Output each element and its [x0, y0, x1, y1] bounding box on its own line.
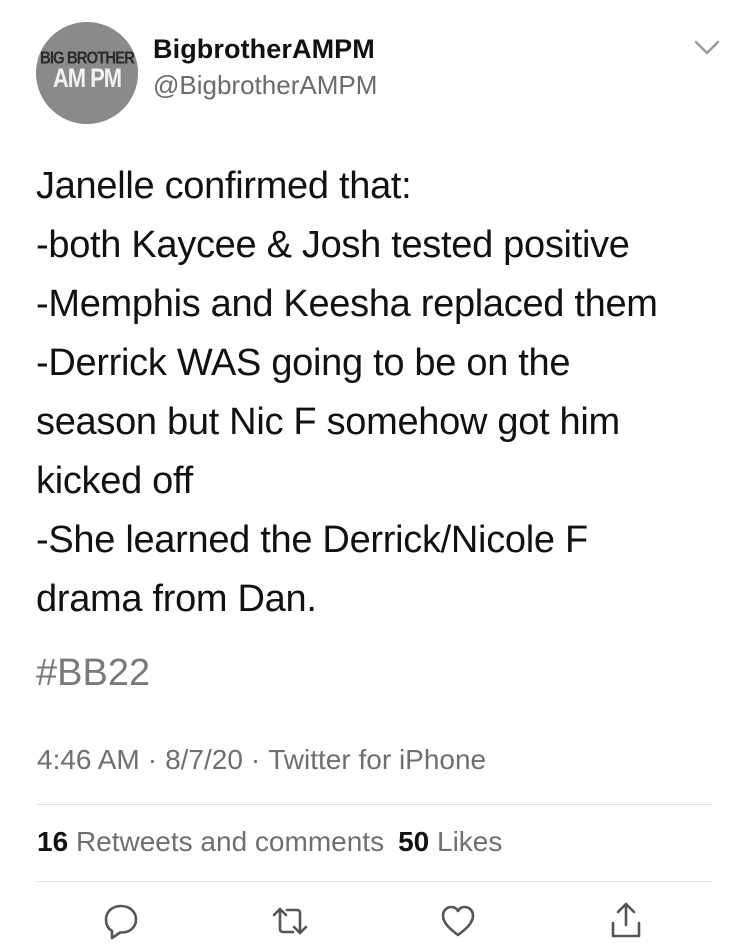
- avatar-text-bottom: AM PM: [53, 64, 121, 93]
- tweet-line: -Derrick WAS going to be on the: [36, 342, 571, 384]
- tweet-line: -both Kaycee & Josh tested positive: [36, 224, 630, 266]
- hashtag-link[interactable]: #BB22: [36, 644, 150, 703]
- divider: [37, 804, 713, 805]
- likes-count: 50: [398, 826, 430, 857]
- chevron-down-icon[interactable]: [690, 32, 724, 62]
- tweet-text: Janelle confirmed that: -both Kaycee & J…: [36, 157, 726, 629]
- tweet-source[interactable]: Twitter for iPhone: [268, 744, 486, 775]
- avatar[interactable]: BIG BROTHER AM PM: [36, 22, 138, 124]
- tweet-meta: 4:46 AM · 8/7/20 · Twitter for iPhone: [37, 744, 486, 776]
- tweet-time: 4:46 AM: [37, 744, 140, 775]
- retweets-label: Retweets and comments: [75, 826, 385, 857]
- reply-icon[interactable]: [101, 901, 141, 941]
- tweet-line: -She learned the Derrick/Nicole F: [36, 519, 588, 561]
- retweet-icon[interactable]: [270, 901, 310, 941]
- tweet-line: season but Nic F somehow got him: [36, 401, 620, 443]
- heart-icon[interactable]: [438, 901, 478, 941]
- tweet-line: kicked off: [36, 460, 193, 502]
- tweet-line: drama from Dan.: [36, 578, 317, 620]
- tweet-header: BIG BROTHER AM PM BigbrotherAMPM @Bigbro…: [0, 0, 750, 130]
- tweet-date: 8/7/20: [165, 744, 243, 775]
- user-handle[interactable]: @BigbrotherAMPM: [153, 70, 377, 101]
- likes-label: Likes: [437, 826, 503, 857]
- avatar-logo: BIG BROTHER AM PM: [36, 22, 138, 124]
- engagement-stats: 16 Retweets and comments 50 Likes: [37, 826, 502, 858]
- meta-separator: ·: [147, 744, 158, 775]
- display-name[interactable]: BigbrotherAMPM: [153, 34, 375, 65]
- likes-stat[interactable]: 50 Likes: [398, 826, 502, 857]
- meta-separator: ·: [250, 744, 261, 775]
- share-icon[interactable]: [606, 901, 646, 941]
- divider: [37, 881, 713, 882]
- tweet-line: Janelle confirmed that:: [36, 165, 412, 207]
- tweet-line: -Memphis and Keesha replaced them: [36, 283, 658, 325]
- retweets-count: 16: [37, 826, 69, 857]
- retweets-stat[interactable]: 16 Retweets and comments: [37, 826, 384, 857]
